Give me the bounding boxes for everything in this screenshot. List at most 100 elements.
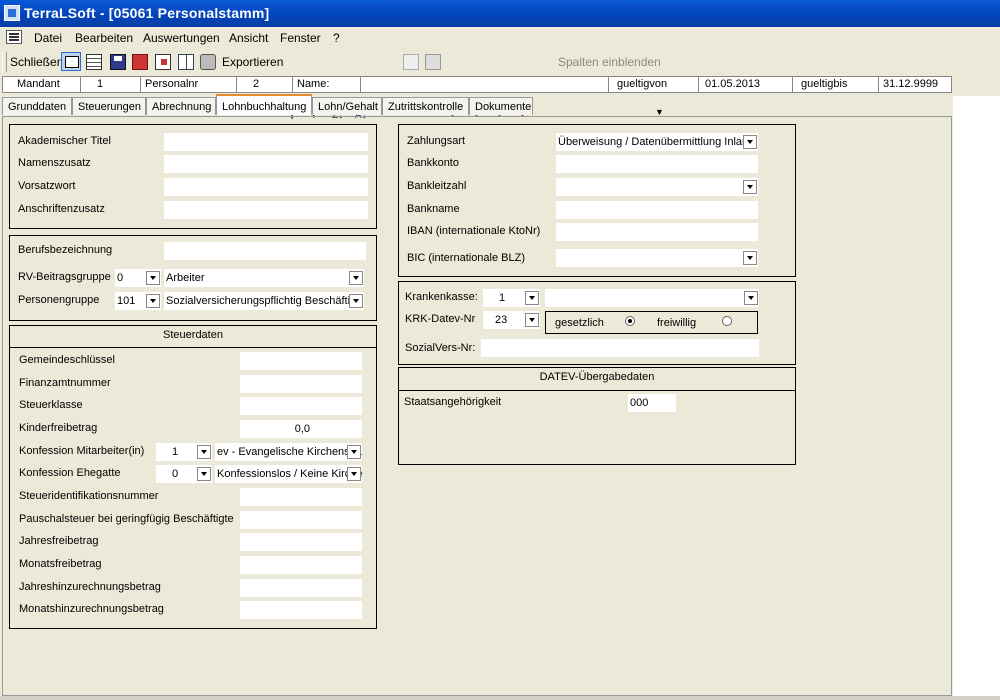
chevron-down-icon[interactable]: [146, 294, 160, 308]
konfession-ma-code-select[interactable]: 1: [156, 443, 212, 461]
menu-ansicht[interactable]: Ansicht: [229, 31, 268, 45]
konfession-eg-text-select[interactable]: Konfessionslos / Keine Kirchensteuer: [215, 465, 362, 483]
menu-datei[interactable]: Datei: [34, 31, 62, 45]
close-button[interactable]: Schließen: [10, 55, 63, 73]
status-strip: [0, 696, 1000, 700]
tab-lohn-gehalt[interactable]: Lohn/Gehalt: [312, 97, 382, 115]
zahlungsart-select[interactable]: Überweisung / Datenübermittlung Inland: [556, 133, 758, 151]
bankleitzahl-select[interactable]: [556, 178, 758, 196]
anschriftenzusatz-input[interactable]: [164, 201, 368, 219]
staatsangehoerigkeit-input[interactable]: 000: [628, 394, 676, 412]
berufsbezeichnung-input[interactable]: [164, 242, 366, 260]
bankkonto-label: Bankkonto: [407, 157, 459, 169]
export-button[interactable]: Exportieren: [222, 55, 283, 73]
gesetzlich-radio[interactable]: [625, 316, 635, 326]
chevron-down-icon[interactable]: [197, 445, 211, 459]
rv-text-select[interactable]: Arbeiter: [164, 269, 364, 287]
tab-dokumente[interactable]: Dokumente: [469, 97, 533, 115]
menu-fenster[interactable]: Fenster: [280, 31, 321, 45]
chevron-down-icon[interactable]: [743, 135, 757, 149]
pg-text-select[interactable]: Sozialversicherungspflichtig Beschäftigt: [164, 292, 364, 310]
bic-label: BIC (internationale BLZ): [407, 252, 525, 264]
menu-auswertungen[interactable]: Auswertungen: [143, 31, 220, 45]
vorsatzwort-input[interactable]: [164, 178, 368, 196]
kinderfreibetrag-label: Kinderfreibetrag: [19, 422, 98, 434]
gueltigbis-label: gueltigbis: [793, 77, 879, 92]
steuerklasse-label: Steuerklasse: [19, 399, 83, 411]
finanzamtnummer-input[interactable]: [240, 375, 362, 393]
gemeindeschluessel-input[interactable]: [240, 352, 362, 370]
sozialvers-input[interactable]: [481, 339, 759, 357]
bankkonto-input[interactable]: [556, 155, 758, 173]
iban-input[interactable]: [556, 223, 758, 241]
steuerid-input[interactable]: [240, 488, 362, 506]
kinderfreibetrag-input[interactable]: 0,0: [240, 420, 362, 438]
krankenkasse-name-select[interactable]: [545, 289, 759, 307]
chevron-down-icon[interactable]: [197, 467, 211, 481]
jahresfreibetrag-input[interactable]: [240, 533, 362, 551]
save-icon[interactable]: [110, 54, 126, 70]
steuerklasse-input[interactable]: [240, 397, 362, 415]
chevron-down-icon[interactable]: [146, 271, 160, 285]
print-preview-icon[interactable]: [132, 54, 148, 70]
anschriftenzusatz-label: Anschriftenzusatz: [18, 203, 105, 215]
tab-lohnbuchhaltung[interactable]: Lohnbuchhaltung: [216, 94, 312, 115]
rv-code-select[interactable]: 0: [115, 269, 161, 287]
akad-titel-input[interactable]: [164, 133, 368, 151]
krankenkasse-label: Krankenkasse:: [405, 291, 478, 303]
sozialvers-label: SozialVers-Nr:: [405, 342, 476, 354]
menu-help[interactable]: ?: [333, 31, 340, 45]
title-bar: TerraLSoft - [05061 Personalstamm]: [0, 0, 1000, 27]
copy-icon[interactable]: [403, 54, 419, 70]
menu-bearbeiten[interactable]: Bearbeiten: [75, 31, 133, 45]
zahlungsart-label: Zahlungsart: [407, 135, 466, 147]
pauschalsteuer-input[interactable]: [240, 511, 362, 529]
chevron-down-icon[interactable]: [744, 291, 758, 305]
iban-label: IBAN (internationale KtoNr): [407, 225, 541, 237]
bankleitzahl-label: Bankleitzahl: [407, 180, 467, 192]
app-icon[interactable]: [4, 5, 20, 21]
krankenkasse-group: Krankenkasse: 1 KRK-Datev-Nr 23 gesetzli…: [398, 281, 796, 365]
printer-icon[interactable]: [200, 54, 216, 70]
page-setup-icon[interactable]: [155, 54, 171, 70]
jahreshinzurechnung-label: Jahreshinzurechnungsbetrag: [19, 581, 161, 593]
gueltigbis-value[interactable]: 31.12.9999: [879, 77, 951, 92]
tab-grunddaten[interactable]: Grunddaten: [2, 97, 72, 115]
konfession-ma-text-select[interactable]: ev - Evangelische Kirchensteuer: [215, 443, 362, 461]
chevron-down-icon[interactable]: [743, 251, 757, 265]
monatsfreibetrag-input[interactable]: [240, 556, 362, 574]
columns-button[interactable]: Spalten einblenden: [558, 55, 661, 73]
mandant-value[interactable]: 1: [81, 77, 141, 92]
bankname-input[interactable]: [556, 201, 758, 219]
monatshinzurechnung-input[interactable]: [240, 601, 362, 619]
bic-select[interactable]: [556, 249, 758, 267]
chevron-down-icon[interactable]: [525, 313, 539, 327]
akad-titel-label: Akademischer Titel: [18, 135, 111, 147]
name-value[interactable]: [361, 77, 609, 92]
datev-group: DATEV-Übergabedaten Staatsangehörigkeit …: [398, 367, 796, 465]
personalnr-value[interactable]: 2: [237, 77, 293, 92]
chevron-down-icon[interactable]: [347, 445, 361, 459]
pg-code-select[interactable]: 101: [115, 292, 161, 310]
form-view-icon[interactable]: [61, 52, 81, 71]
krk-datev-label: KRK-Datev-Nr: [405, 313, 476, 325]
freiwillig-radio[interactable]: [722, 316, 732, 326]
tab-abrechnung[interactable]: Abrechnung: [146, 97, 216, 115]
chevron-down-icon[interactable]: [347, 467, 361, 481]
krk-datev-select[interactable]: 23: [483, 311, 540, 329]
book-icon[interactable]: [178, 54, 194, 70]
namenszusatz-input[interactable]: [164, 155, 368, 173]
chevron-down-icon[interactable]: [349, 271, 363, 285]
gueltigvon-value[interactable]: 01.05.2013: [699, 77, 793, 92]
chevron-down-icon[interactable]: [525, 291, 539, 305]
paste-icon[interactable]: [425, 54, 441, 70]
jahreshinzurechnung-input[interactable]: [240, 579, 362, 597]
freiwillig-label: freiwillig: [657, 317, 697, 329]
krankenkasse-code-select[interactable]: 1: [483, 289, 540, 307]
chevron-down-icon[interactable]: [349, 294, 363, 308]
grid-view-icon[interactable]: [86, 54, 102, 70]
tab-steuerungen[interactable]: Steuerungen: [72, 97, 146, 115]
tab-zutrittskontrolle[interactable]: Zutrittskontrolle: [382, 97, 469, 115]
konfession-eg-code-select[interactable]: 0: [156, 465, 212, 483]
chevron-down-icon[interactable]: [743, 180, 757, 194]
